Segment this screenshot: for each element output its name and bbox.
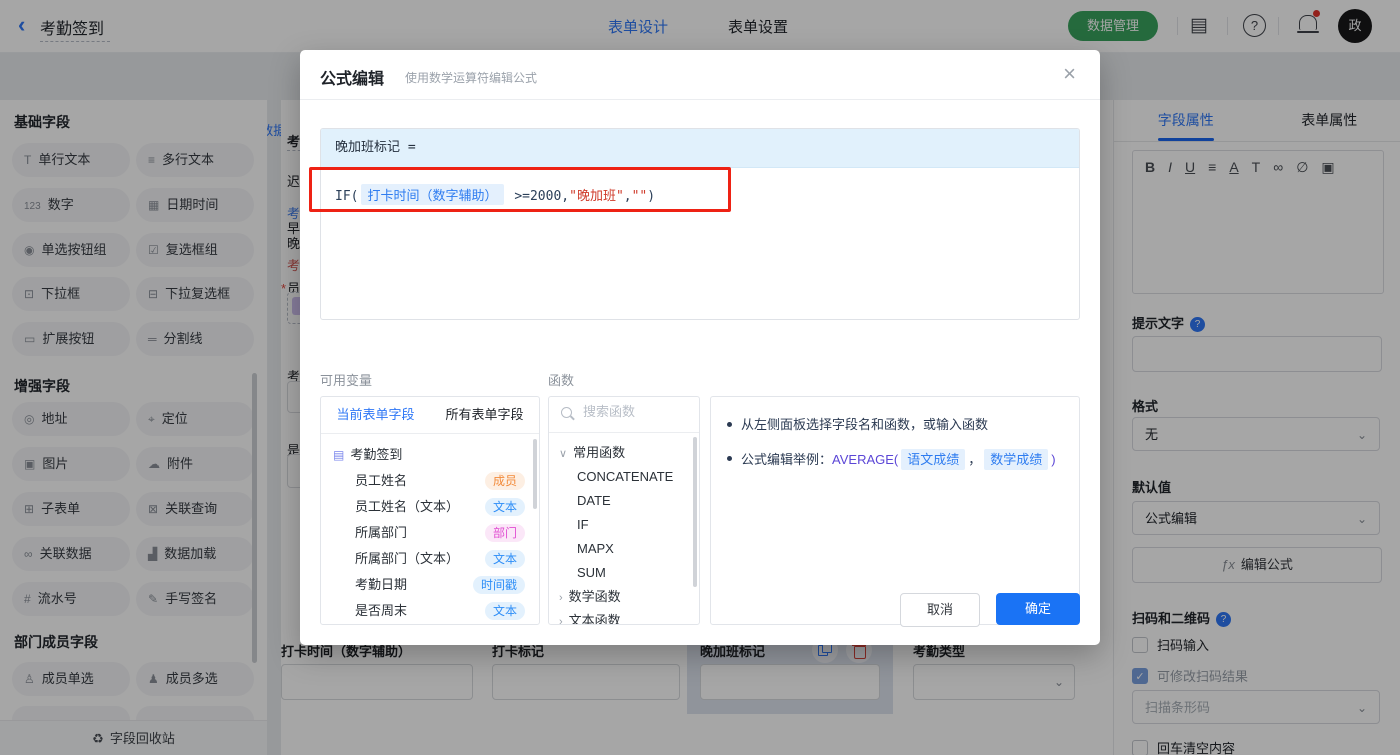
variable-row[interactable]: 所属部门 部门	[321, 520, 539, 546]
variable-row[interactable]: 考勤日期 时间戳	[321, 572, 539, 598]
formula-editor-modal: 公式编辑 使用数学运算符编辑公式 × 晚加班标记 = IF(打卡时间（数字辅助）…	[300, 50, 1100, 645]
variables-label: 可用变量	[320, 373, 373, 388]
function-item[interactable]: IF	[549, 513, 699, 537]
variables-scrollbar[interactable]	[533, 439, 537, 509]
function-item[interactable]: DATE	[549, 489, 699, 513]
tab-all-form-fields[interactable]: 所有表单字段	[430, 397, 539, 433]
tip-line-1: 从左侧面板选择字段名和函数，或输入函数	[727, 415, 1063, 435]
variable-row[interactable]: 员工姓名 成员	[321, 468, 539, 494]
tip-line-2: 公式编辑举例：AVERAGE(语文成绩，数学成绩)	[727, 448, 1063, 470]
formula-editor[interactable]: 晚加班标记 = IF(打卡时间（数字辅助） >=2000,"晚加班","")	[320, 128, 1080, 320]
function-group-text[interactable]: › 文本函数	[549, 609, 699, 625]
tips-panel: 从左侧面板选择字段名和函数，或输入函数 公式编辑举例：AVERAGE(语文成绩，…	[710, 396, 1080, 625]
function-search	[549, 397, 699, 433]
formula-result-label: 晚加班标记 =	[321, 129, 1079, 168]
example-field-token: 数学成绩	[984, 448, 1049, 470]
type-badge: 文本	[484, 550, 525, 568]
functions-label: 函数	[548, 373, 575, 388]
chevron-collapsed-icon: ›	[559, 616, 563, 625]
function-group-common[interactable]: ∨ 常用函数	[549, 441, 699, 465]
modal-footer: 取消 确定	[900, 593, 1080, 627]
tab-current-form-fields[interactable]: 当前表单字段	[321, 397, 430, 433]
function-group-math[interactable]: › 数学函数	[549, 585, 699, 609]
form-file-icon: ▤	[333, 448, 345, 462]
modal-header: 公式编辑 使用数学运算符编辑公式 ×	[300, 50, 1100, 100]
cancel-button[interactable]: 取消	[900, 593, 980, 627]
type-badge: 部门	[484, 524, 525, 542]
example-field-token: 语文成绩	[901, 448, 966, 470]
confirm-button[interactable]: 确定	[996, 593, 1080, 625]
app-window: ‹ 考勤签到 表单设计 表单设置 数据管理 ▤ ? 政 ⊘表单外链 ▤后端脚本 …	[0, 0, 1400, 755]
modal-title: 公式编辑	[320, 71, 385, 88]
example-function: AVERAGE(	[832, 451, 899, 467]
form-node[interactable]: ▤ 考勤签到	[321, 442, 539, 468]
type-badge: 时间戳	[472, 576, 525, 594]
variable-row[interactable]: 所属部门（文本） 文本	[321, 546, 539, 572]
function-item[interactable]: CONCATENATE	[549, 465, 699, 489]
annotation-highlight-box	[309, 167, 731, 212]
functions-scrollbar[interactable]	[693, 437, 697, 587]
chevron-expanded-icon: ∨	[559, 448, 568, 460]
search-icon	[561, 407, 572, 418]
function-search-input[interactable]	[581, 403, 690, 420]
type-badge: 成员	[484, 472, 525, 490]
function-item[interactable]: MAPX	[549, 537, 699, 561]
functions-panel: ∨常用函数 CONCATENATE DATE IF MAPX SUM ›数学函数…	[548, 396, 700, 625]
chevron-collapsed-icon: ›	[559, 592, 563, 604]
type-badge: 文本	[484, 602, 525, 620]
type-badge: 文本	[484, 498, 525, 516]
variables-tabs: 当前表单字段 所有表单字段	[321, 397, 539, 434]
close-icon[interactable]: ×	[1063, 63, 1076, 85]
function-item[interactable]: SUM	[549, 561, 699, 585]
variable-row[interactable]: 员工姓名（文本） 文本	[321, 494, 539, 520]
modal-subtitle: 使用数学运算符编辑公式	[405, 71, 538, 85]
variable-row[interactable]: 是否周末 文本	[321, 598, 539, 624]
variables-panel: 当前表单字段 所有表单字段 ▤ 考勤签到 员工姓名 成员 员工姓名（文本） 文本 所属…	[320, 396, 540, 625]
